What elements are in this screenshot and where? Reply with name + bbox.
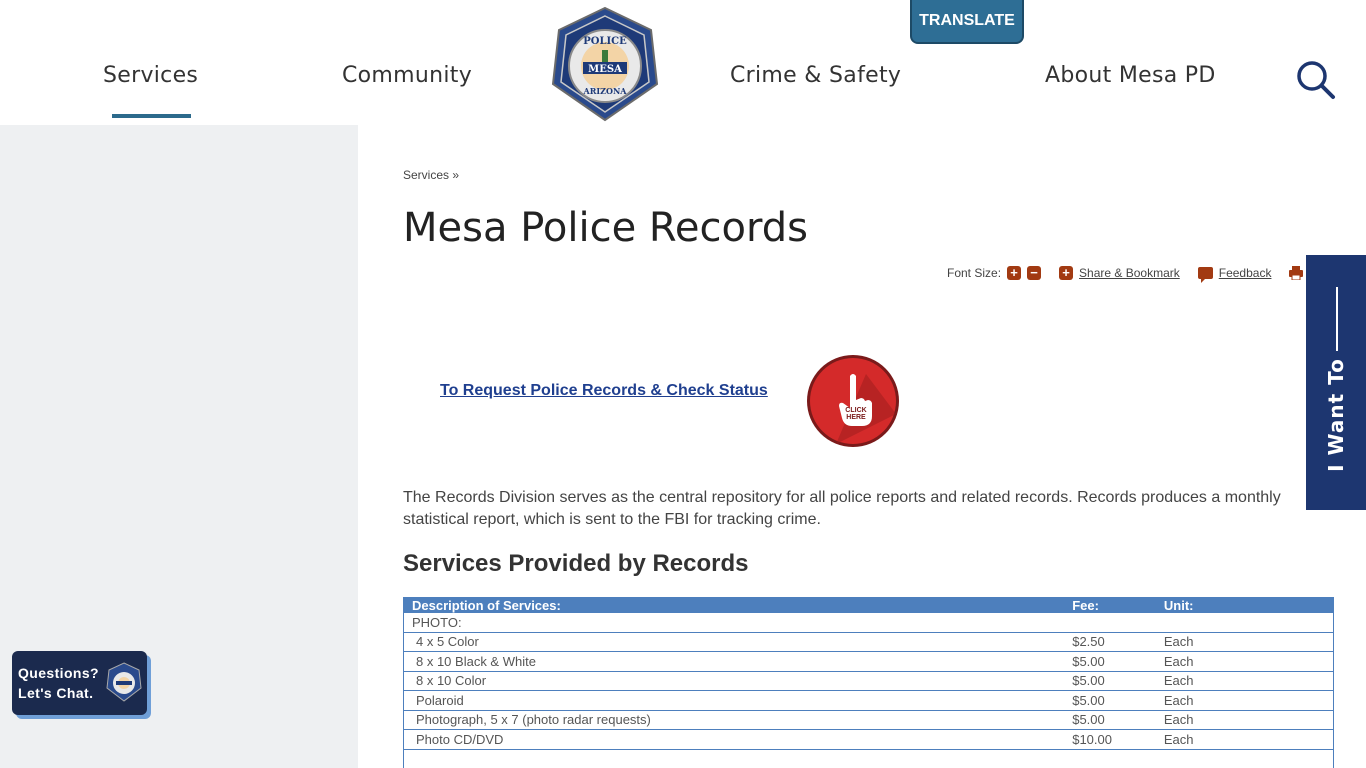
font-increase-icon[interactable]: + bbox=[1007, 266, 1022, 280]
chat-line-1: Questions? bbox=[18, 665, 100, 681]
i-want-to-label: I Want To bbox=[1324, 358, 1348, 472]
category-cell: PHOTO: bbox=[403, 613, 1073, 633]
unit-cell: Each bbox=[1163, 632, 1334, 652]
table-row: Photo CD/DVD $10.00 Each bbox=[403, 729, 1334, 750]
chat-line-2: Let's Chat. bbox=[18, 685, 94, 701]
mesa-police-logo[interactable]: MESA POLICE ARIZONA bbox=[549, 6, 661, 122]
fee-cell: $5.00 bbox=[1072, 651, 1164, 672]
nav-community[interactable]: Community bbox=[342, 63, 472, 88]
header-unit: Unit: bbox=[1163, 597, 1334, 613]
site-header: Services Community MESA POLICE ARIZONA C… bbox=[0, 0, 1366, 125]
fee-cell: $5.00 bbox=[1072, 690, 1164, 711]
description-cell: 4 x 5 Color bbox=[403, 632, 1073, 652]
description-cell: Photograph, 5 x 7 (photo radar requests) bbox=[403, 710, 1073, 730]
table-row: Polaroid $5.00 Each bbox=[403, 690, 1334, 711]
feedback-icon[interactable] bbox=[1197, 267, 1213, 283]
request-records-link[interactable]: To Request Police Records & Check Status bbox=[440, 382, 768, 400]
logo-arizona-text: ARIZONA bbox=[583, 86, 628, 96]
font-decrease-icon[interactable]: − bbox=[1027, 266, 1042, 280]
section-title: Services Provided by Records bbox=[403, 550, 749, 577]
fee-cell: $10.00 bbox=[1072, 729, 1164, 750]
unit-cell: Each bbox=[1163, 690, 1334, 711]
table-row: 8 x 10 Color $5.00 Each bbox=[403, 671, 1334, 691]
header-fee: Fee: bbox=[1072, 597, 1164, 613]
nav-about[interactable]: About Mesa PD bbox=[1045, 63, 1216, 88]
i-want-to-divider bbox=[1336, 287, 1338, 351]
unit-cell: Each bbox=[1163, 671, 1334, 691]
page-tools: Font Size: + − + Share & Bookmark Feedba… bbox=[947, 265, 1304, 283]
intro-paragraph: The Records Division serves as the centr… bbox=[403, 489, 1281, 528]
nav-crime-safety[interactable]: Crime & Safety bbox=[730, 63, 901, 88]
logo-police-text: POLICE bbox=[583, 36, 627, 47]
click-here-button[interactable]: CLICK HERE bbox=[806, 354, 900, 448]
breadcrumb-separator: » bbox=[452, 168, 460, 182]
table-header-row: Description of Services: Fee: Unit: bbox=[403, 597, 1334, 613]
search-icon[interactable] bbox=[1296, 60, 1336, 100]
print-icon[interactable] bbox=[1289, 266, 1304, 280]
description-cell: 8 x 10 Black & White bbox=[403, 651, 1073, 672]
table-row: PHOTO: bbox=[403, 613, 1334, 633]
i-want-to-tab[interactable]: I Want To bbox=[1306, 255, 1366, 510]
share-icon[interactable]: + bbox=[1059, 266, 1074, 280]
fee-cell: $5.00 bbox=[1072, 671, 1164, 691]
breadcrumb: Services » bbox=[403, 168, 459, 182]
breadcrumb-services[interactable]: Services bbox=[403, 168, 449, 182]
translate-button[interactable]: TRANSLATE bbox=[910, 0, 1024, 44]
here-text: HERE bbox=[846, 414, 866, 421]
nav-active-indicator bbox=[112, 114, 191, 118]
logo-mesa-text: MESA bbox=[588, 64, 622, 75]
fees-table: Description of Services: Fee: Unit: PHOT… bbox=[403, 597, 1334, 768]
description-cell: Photo CD/DVD bbox=[403, 729, 1073, 750]
click-text: CLICK bbox=[845, 407, 866, 414]
unit-cell: Each bbox=[1163, 710, 1334, 730]
table-row: 4 x 5 Color $2.50 Each bbox=[403, 632, 1334, 652]
table-row: 8 x 10 Black & White $5.00 Each bbox=[403, 651, 1334, 672]
header-description: Description of Services: bbox=[403, 597, 1073, 613]
font-size-label: Font Size: bbox=[947, 266, 1002, 280]
feedback-link[interactable]: Feedback bbox=[1219, 266, 1272, 280]
table-row bbox=[404, 749, 1334, 768]
fee-cell: $2.50 bbox=[1072, 632, 1164, 652]
unit-cell: Each bbox=[1163, 651, 1334, 672]
nav-services[interactable]: Services bbox=[103, 63, 198, 88]
chat-badge-icon bbox=[106, 662, 142, 702]
table-row: Photograph, 5 x 7 (photo radar requests)… bbox=[403, 710, 1334, 730]
description-cell: 8 x 10 Color bbox=[403, 671, 1073, 691]
chat-label: Questions? Let's Chat. bbox=[18, 663, 99, 703]
chat-widget[interactable]: Questions? Let's Chat. bbox=[12, 651, 147, 715]
share-bookmark-link[interactable]: Share & Bookmark bbox=[1079, 266, 1180, 280]
fee-cell: $5.00 bbox=[1072, 710, 1164, 730]
page-title: Mesa Police Records bbox=[403, 205, 808, 251]
description-cell: Polaroid bbox=[403, 690, 1073, 711]
unit-cell: Each bbox=[1163, 729, 1334, 750]
